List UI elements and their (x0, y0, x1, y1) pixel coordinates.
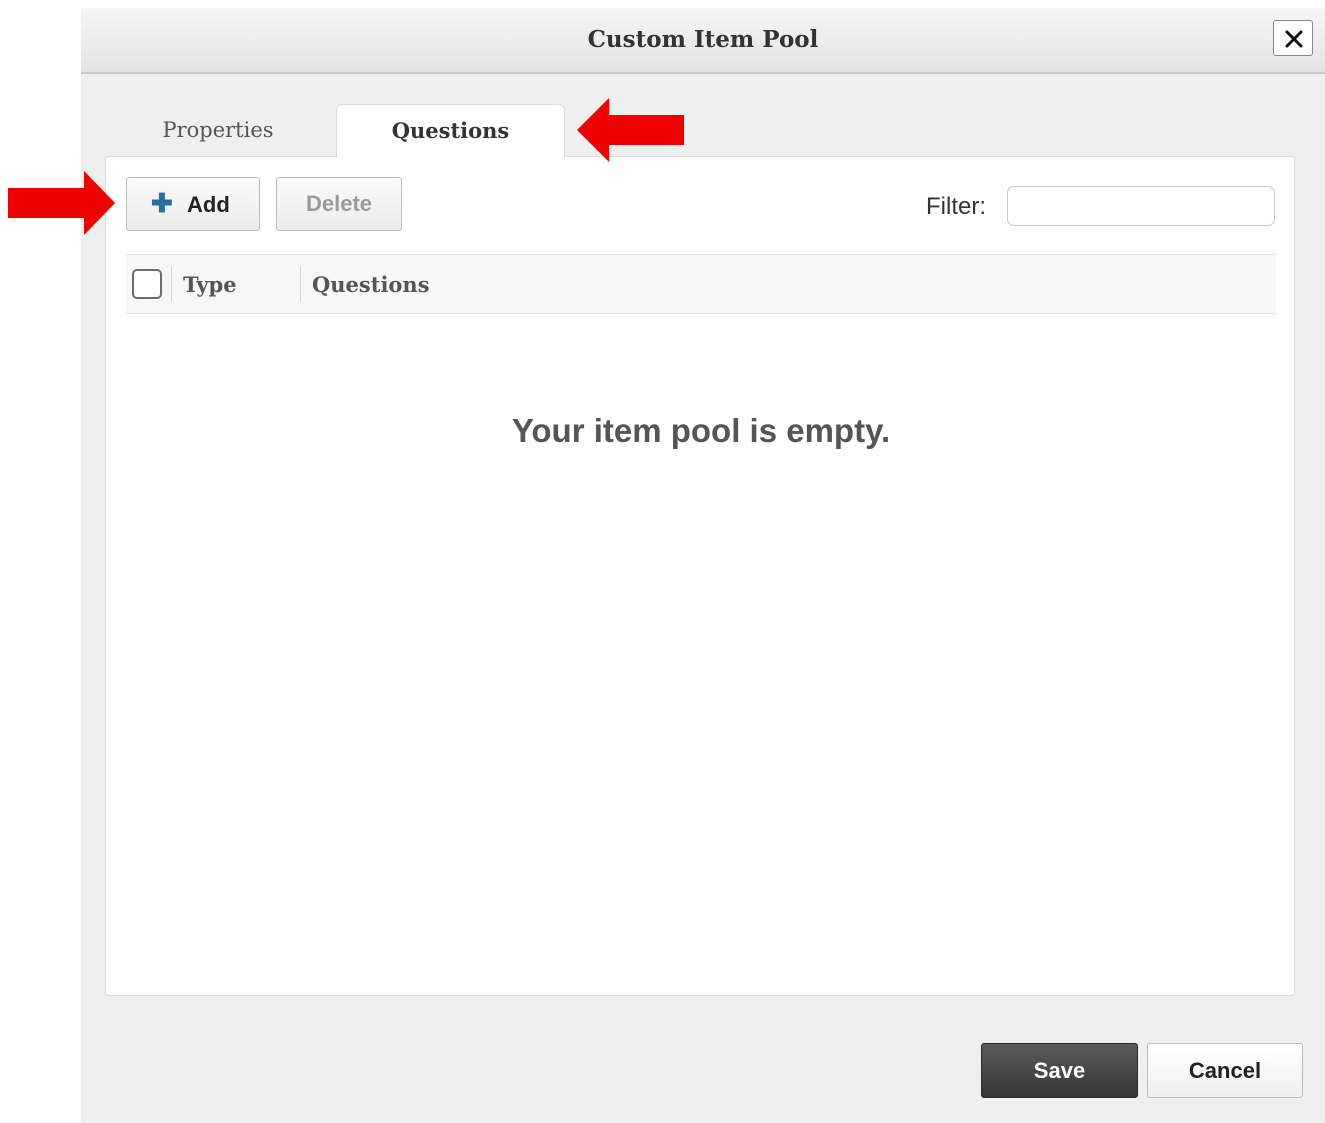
column-divider (171, 267, 172, 301)
close-button[interactable] (1273, 20, 1313, 56)
close-icon (1285, 30, 1303, 48)
plus-icon: ✚ (151, 188, 173, 218)
add-button-label: Add (187, 192, 230, 217)
save-button[interactable]: Save (981, 1043, 1138, 1098)
filter-label: Filter: (926, 193, 986, 220)
delete-button[interactable]: Delete (276, 177, 402, 231)
column-divider[interactable] (300, 267, 301, 301)
dialog-titlebar: Custom Item Pool (81, 8, 1325, 74)
questions-panel: ✚ Add Delete Filter: Type Questions Your… (105, 156, 1295, 996)
empty-state-message: Your item pool is empty. (511, 412, 891, 449)
custom-item-pool-dialog: Custom Item Pool Properties Questions ✚ … (81, 8, 1325, 1123)
column-header-type[interactable]: Type (183, 272, 237, 297)
cancel-button[interactable]: Cancel (1147, 1043, 1303, 1098)
select-all-checkbox[interactable] (132, 269, 162, 299)
red-arrow-icon (577, 98, 684, 162)
tab-properties[interactable]: Properties (111, 104, 325, 156)
add-button[interactable]: ✚ Add (126, 177, 260, 231)
filter-input[interactable] (1007, 186, 1275, 226)
table-header: Type Questions (126, 254, 1276, 314)
tab-questions[interactable]: Questions (336, 104, 565, 158)
dialog-title: Custom Item Pool (587, 26, 819, 53)
red-arrow-icon (8, 171, 115, 235)
column-header-questions[interactable]: Questions (312, 272, 430, 297)
